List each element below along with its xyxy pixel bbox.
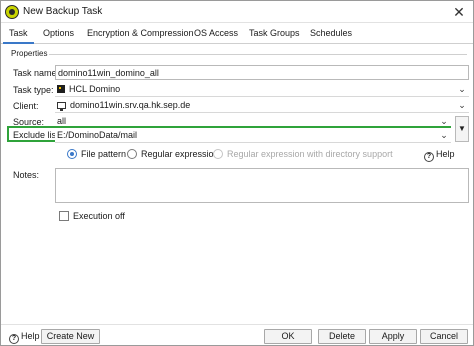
- tab-task-groups[interactable]: Task Groups: [243, 24, 306, 44]
- cancel-button[interactable]: Cancel: [420, 329, 468, 344]
- properties-section-label: Properties: [11, 49, 48, 58]
- tab-schedules[interactable]: Schedules: [304, 24, 358, 44]
- exclude-list-value: E:/DominoData/mail: [57, 130, 138, 140]
- footer-divider: [1, 324, 473, 325]
- execution-off-checkbox[interactable]: Execution off: [59, 210, 125, 222]
- task-type-label: Task type:: [13, 85, 54, 95]
- task-name-value: domino11win_domino_all: [58, 68, 159, 78]
- tab-os-access[interactable]: OS Access: [188, 24, 244, 44]
- client-value: domino11win.srv.qa.hk.sep.de: [70, 100, 191, 110]
- exclude-list-dropdown-button[interactable]: ▼: [455, 116, 469, 142]
- tab-options[interactable]: Options: [37, 24, 80, 44]
- notes-textarea[interactable]: [55, 168, 469, 203]
- chevron-down-icon[interactable]: ⌄: [457, 98, 467, 112]
- create-new-button[interactable]: Create New: [41, 329, 100, 344]
- exclude-list-select[interactable]: E:/DominoData/mail ⌄: [55, 128, 451, 143]
- task-name-input[interactable]: domino11win_domino_all: [55, 65, 469, 80]
- chevron-down-icon[interactable]: ⌄: [457, 82, 467, 96]
- ok-button[interactable]: OK: [264, 329, 312, 344]
- checkbox-icon: [59, 211, 69, 221]
- tab-bar: Task Options Encryption & Compression OS…: [1, 24, 473, 44]
- backup-task-window: New Backup Task ✕ Task Options Encryptio…: [0, 0, 474, 346]
- help-icon: ?: [424, 152, 434, 162]
- tab-task[interactable]: Task: [3, 24, 34, 44]
- radio-file-pattern[interactable]: File pattern: [67, 147, 126, 161]
- regular-expression-label: Regular expression: [141, 149, 219, 159]
- window-title: New Backup Task: [23, 6, 103, 17]
- radio-regex-directory: Regular expression with directory suppor…: [213, 147, 393, 161]
- footer-help-link[interactable]: ? Help: [9, 330, 40, 344]
- chevron-down-icon[interactable]: ⌄: [439, 128, 449, 142]
- domino-icon: [57, 85, 65, 93]
- notes-label: Notes:: [13, 170, 40, 180]
- task-type-value: HCL Domino: [69, 84, 121, 94]
- task-name-label: Task name:: [13, 68, 60, 78]
- tab-encryption-compression[interactable]: Encryption & Compression: [81, 24, 200, 44]
- client-select[interactable]: domino11win.srv.qa.hk.sep.de ⌄: [55, 98, 469, 113]
- help-link[interactable]: ? Help: [424, 147, 455, 162]
- help-icon: ?: [9, 334, 19, 344]
- file-pattern-label: File pattern: [81, 149, 127, 159]
- radio-disabled-icon: [213, 149, 223, 159]
- task-type-select[interactable]: HCL Domino ⌄: [55, 82, 469, 97]
- radio-regular-expression[interactable]: Regular expression: [127, 147, 219, 161]
- execution-off-label: Execution off: [73, 211, 125, 221]
- footer-help-label: Help: [21, 331, 40, 341]
- app-logo-icon: [5, 5, 19, 19]
- apply-button[interactable]: Apply: [369, 329, 417, 344]
- close-icon[interactable]: ✕: [451, 4, 467, 20]
- exclude-list-label: Exclude list:: [13, 130, 62, 140]
- regex-directory-label: Regular expression with directory suppor…: [227, 149, 393, 159]
- radio-selected-icon: [67, 149, 77, 159]
- help-label: Help: [436, 149, 455, 159]
- source-value: all: [57, 116, 67, 126]
- title-bar: New Backup Task ✕: [1, 1, 473, 23]
- radio-icon: [127, 149, 137, 159]
- client-label: Client:: [13, 101, 39, 111]
- section-divider: [49, 54, 467, 55]
- delete-button[interactable]: Delete: [318, 329, 366, 344]
- computer-icon: [57, 102, 66, 111]
